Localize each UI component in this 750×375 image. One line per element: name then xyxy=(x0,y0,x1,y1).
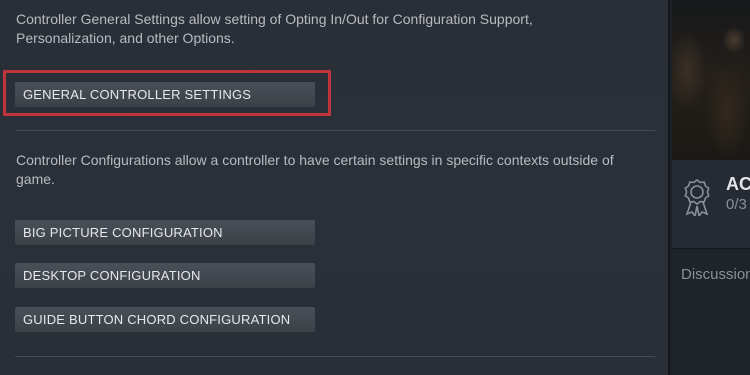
discussions-link[interactable]: Discussion xyxy=(681,266,750,283)
section-divider xyxy=(15,130,655,131)
sidebar-divider xyxy=(672,248,750,249)
big-picture-configuration-button[interactable]: BIG PICTURE CONFIGURATION xyxy=(15,220,315,245)
highlight-box xyxy=(3,70,331,116)
right-sidebar: AC 0/3 Discussion xyxy=(672,0,750,375)
section-divider-bottom xyxy=(15,356,655,357)
achievements-count: 0/3 xyxy=(726,196,747,213)
game-artwork xyxy=(672,0,750,160)
general-settings-description: Controller General Settings allow settin… xyxy=(16,11,533,46)
desktop-configuration-button[interactable]: DESKTOP CONFIGURATION xyxy=(15,263,315,288)
achievement-medal-icon xyxy=(684,179,710,216)
achievements-panel[interactable]: AC 0/3 xyxy=(672,160,750,248)
guide-button-chord-configuration-button[interactable]: GUIDE BUTTON CHORD CONFIGURATION xyxy=(15,307,315,332)
controller-settings-panel: Controller General Settings allow settin… xyxy=(0,0,670,375)
controller-configurations-description: Controller Configurations allow a contro… xyxy=(16,152,614,187)
achievements-title: AC xyxy=(726,174,750,194)
